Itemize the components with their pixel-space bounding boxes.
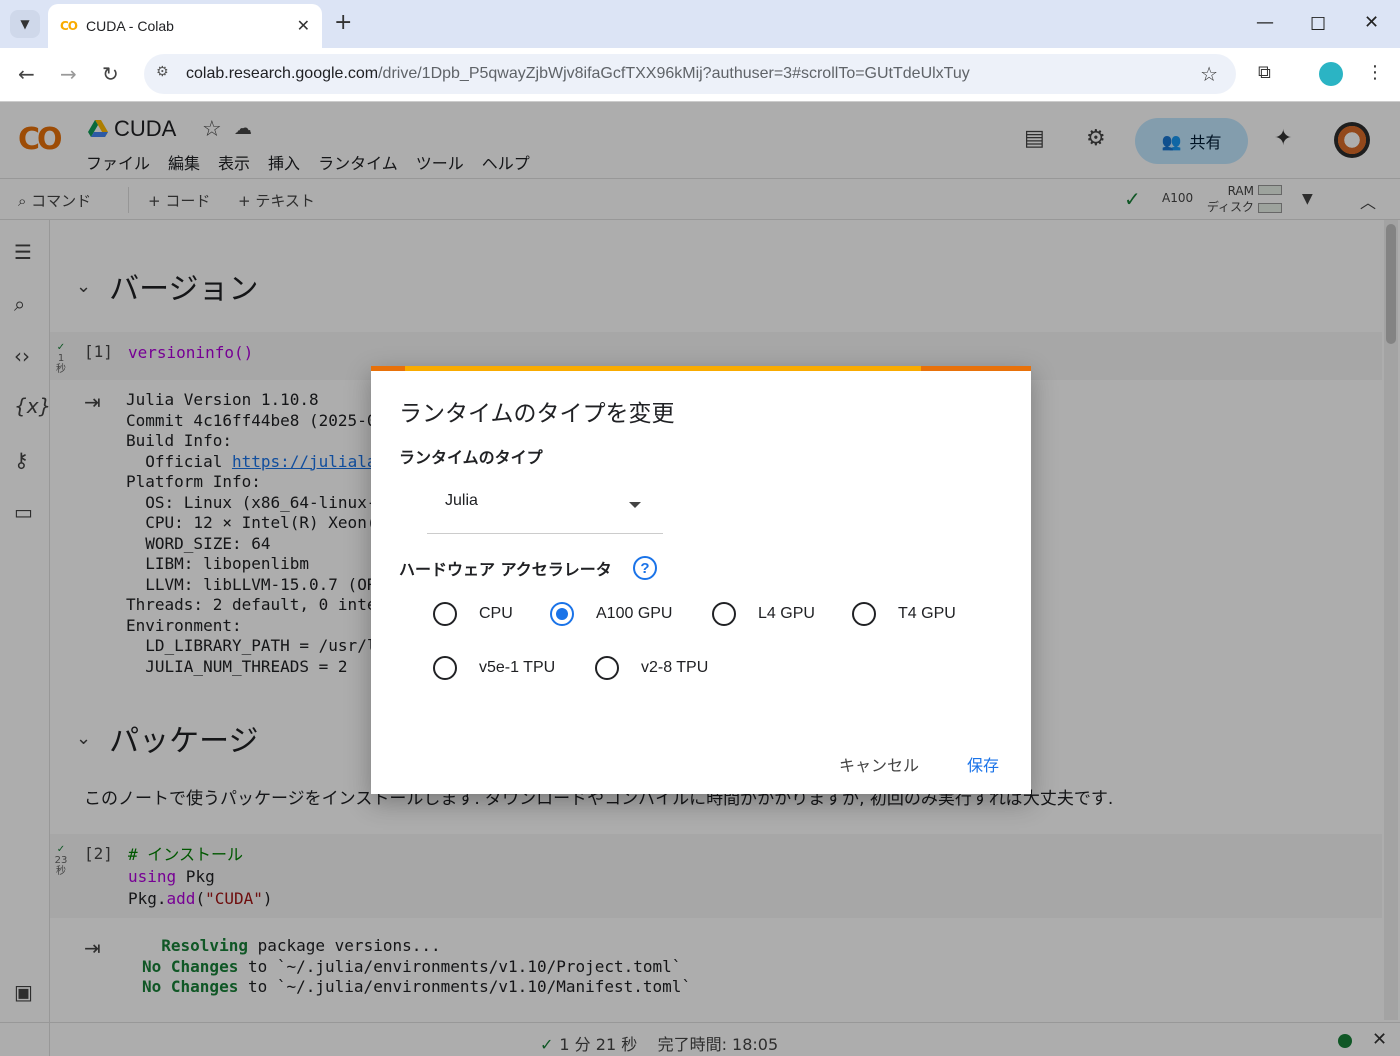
browser-tab[interactable]: CO CUDA - Colab ✕ xyxy=(48,4,322,48)
radio-button-selected[interactable] xyxy=(550,602,574,626)
help-icon[interactable]: ? xyxy=(633,556,657,580)
runtime-type-value: Julia xyxy=(445,492,478,509)
radio-t4-gpu[interactable]: T4 GPU xyxy=(852,602,956,626)
browser-menu-icon[interactable]: ⋮ xyxy=(1366,62,1384,83)
radio-l4-gpu[interactable]: L4 GPU xyxy=(712,602,815,626)
site-info-icon[interactable]: ⚙ xyxy=(156,64,169,80)
tab-close-icon[interactable]: ✕ xyxy=(297,16,310,35)
radio-v5e-1-tpu[interactable]: v5e-1 TPU xyxy=(433,656,555,680)
address-bar[interactable]: ⚙ colab.research.google.com/drive/1Dpb_P… xyxy=(144,54,1236,94)
maximize-icon[interactable]: ☐ xyxy=(1310,14,1326,35)
chevron-down-icon: ▼ xyxy=(20,17,30,31)
tab-title: CUDA - Colab xyxy=(86,18,174,34)
runtime-type-select[interactable]: Julia xyxy=(427,478,663,534)
radio-button[interactable] xyxy=(595,656,619,680)
reload-icon[interactable]: ↻ xyxy=(102,62,119,86)
radio-v2-8-tpu[interactable]: v2-8 TPU xyxy=(595,656,708,680)
url-text: colab.research.google.com/drive/1Dpb_P5q… xyxy=(186,65,970,82)
extensions-icon[interactable]: ⧉ xyxy=(1258,62,1271,83)
dialog-title: ランタイムのタイプを変更 xyxy=(399,401,675,427)
radio-button[interactable] xyxy=(433,656,457,680)
save-button[interactable]: 保存 xyxy=(967,752,999,776)
bookmark-star-icon[interactable]: ☆ xyxy=(1200,62,1218,86)
forward-icon[interactable]: → xyxy=(60,62,77,86)
browser-tab-bar: ▼ CO CUDA - Colab ✕ + — ☐ ✕ xyxy=(0,0,1400,48)
radio-a100-gpu[interactable]: A100 GPU xyxy=(550,602,672,626)
new-tab-icon[interactable]: + xyxy=(334,10,352,35)
browser-profile-avatar[interactable] xyxy=(1319,62,1343,86)
dropdown-caret-icon xyxy=(629,502,641,508)
colab-favicon-icon: CO xyxy=(60,19,78,33)
back-icon[interactable]: ← xyxy=(18,62,35,86)
dialog-accent-bar xyxy=(371,366,1031,371)
browser-toolbar: ← → ↻ ⚙ colab.research.google.com/drive/… xyxy=(0,48,1400,102)
hardware-accelerator-label: ハードウェア アクセラレータ xyxy=(399,560,612,579)
runtime-type-label: ランタイムのタイプ xyxy=(399,448,543,467)
cancel-button[interactable]: キャンセル xyxy=(839,752,919,776)
radio-button[interactable] xyxy=(433,602,457,626)
window-close-icon[interactable]: ✕ xyxy=(1364,12,1379,33)
tab-list-button[interactable]: ▼ xyxy=(10,10,40,38)
radio-cpu[interactable]: CPU xyxy=(433,602,513,626)
radio-button[interactable] xyxy=(712,602,736,626)
change-runtime-dialog: ランタイムのタイプを変更 ランタイムのタイプ Julia ハードウェア アクセラ… xyxy=(371,366,1031,794)
minimize-icon[interactable]: — xyxy=(1256,12,1274,33)
radio-button[interactable] xyxy=(852,602,876,626)
